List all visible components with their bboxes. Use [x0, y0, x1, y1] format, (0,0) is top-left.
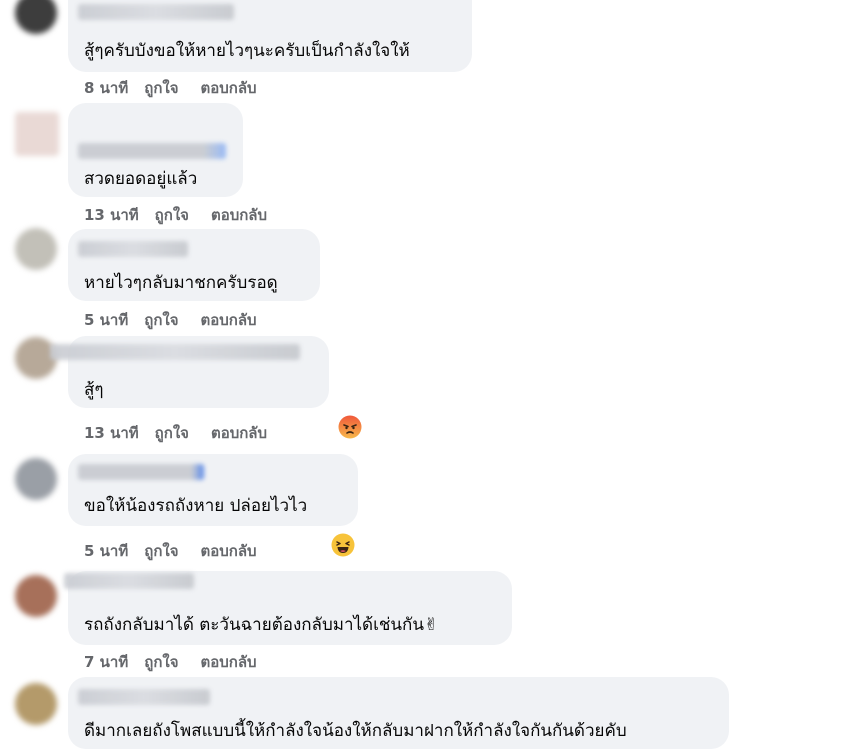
- comment-time[interactable]: 5 นาที: [84, 539, 128, 563]
- comment-time[interactable]: 13 นาที: [84, 203, 139, 227]
- like-button[interactable]: ถูกใจ: [155, 203, 189, 227]
- comment-bubble: สู้ๆครับบังขอให้หายไวๆนะครับเป็นกำลังใจใ…: [68, 0, 472, 72]
- author-name[interactable]: [78, 241, 188, 257]
- comment-time[interactable]: 7 นาที: [84, 650, 128, 674]
- like-button[interactable]: ถูกใจ: [144, 650, 178, 674]
- comment-actions: 5 นาที ถูกใจ ตอบกลับ: [84, 308, 257, 332]
- avatar[interactable]: [15, 575, 57, 617]
- comment-bubble: สู้ๆ: [50, 336, 329, 408]
- author-name[interactable]: [78, 4, 234, 20]
- reply-button[interactable]: ตอบกลับ: [201, 539, 257, 563]
- comment-bubble: หายไวๆกลับมาชกครับรอดู: [68, 229, 320, 301]
- avatar[interactable]: [15, 683, 57, 725]
- comment-time[interactable]: 8 นาที: [84, 76, 128, 100]
- comment-text: ดีมากเลยถังโพสแบบนี้ให้กำลังใจน้องให้กลั…: [84, 721, 627, 741]
- reply-button[interactable]: ตอบกลับ: [201, 76, 257, 100]
- comment-text: สู้ๆครับบังขอให้หายไวๆนะครับเป็นกำลังใจใ…: [84, 41, 410, 61]
- avatar[interactable]: [15, 0, 57, 34]
- reply-button[interactable]: ตอบกลับ: [201, 650, 257, 674]
- comment-time[interactable]: 5 นาที: [84, 308, 128, 332]
- avatar[interactable]: [15, 228, 57, 270]
- angry-reaction-icon[interactable]: [338, 415, 362, 439]
- reply-button[interactable]: ตอบกลับ: [211, 203, 267, 227]
- comment-bubble: ดีมากเลยถังโพสแบบนี้ให้กำลังใจน้องให้กลั…: [68, 677, 729, 749]
- haha-reaction-icon[interactable]: [331, 533, 355, 557]
- avatar[interactable]: [15, 458, 57, 500]
- comment-actions: 7 นาที ถูกใจ ตอบกลับ: [84, 650, 257, 674]
- author-name[interactable]: [50, 344, 300, 360]
- author-name[interactable]: [78, 464, 204, 480]
- comment-time[interactable]: 13 นาที: [84, 421, 139, 445]
- comment-actions: 8 นาที ถูกใจ ตอบกลับ: [84, 76, 257, 100]
- reply-button[interactable]: ตอบกลับ: [201, 308, 257, 332]
- author-name[interactable]: [78, 143, 226, 159]
- comment-bubble: สวดยอดอยู่แล้ว: [68, 103, 243, 197]
- comment-text: สู้ๆ: [84, 380, 104, 400]
- author-name[interactable]: [78, 689, 210, 705]
- comment-bubble: รถถังกลับมาได้ ตะวันฉายต้องกลับมาได้เช่น…: [64, 571, 512, 645]
- like-button[interactable]: ถูกใจ: [144, 539, 178, 563]
- like-button[interactable]: ถูกใจ: [155, 421, 189, 445]
- comment-actions: 13 นาที ถูกใจ ตอบกลับ: [84, 421, 267, 445]
- comment-actions: 13 นาที ถูกใจ ตอบกลับ: [84, 203, 267, 227]
- comment-text: รถถังกลับมาได้ ตะวันฉายต้องกลับมาได้เช่น…: [84, 615, 439, 635]
- comment-text: สวดยอดอยู่แล้ว: [84, 169, 198, 189]
- comment-text: ขอให้น้องรถถังหาย ปล่อยไวไว: [84, 496, 308, 516]
- like-button[interactable]: ถูกใจ: [144, 76, 178, 100]
- avatar[interactable]: [15, 112, 59, 156]
- comment-bubble: ขอให้น้องรถถังหาย ปล่อยไวไว: [68, 454, 358, 526]
- comment-text: หายไวๆกลับมาชกครับรอดู: [84, 273, 278, 293]
- author-name[interactable]: [64, 573, 194, 589]
- like-button[interactable]: ถูกใจ: [144, 308, 178, 332]
- comment-actions: 5 นาที ถูกใจ ตอบกลับ: [84, 539, 257, 563]
- reply-button[interactable]: ตอบกลับ: [211, 421, 267, 445]
